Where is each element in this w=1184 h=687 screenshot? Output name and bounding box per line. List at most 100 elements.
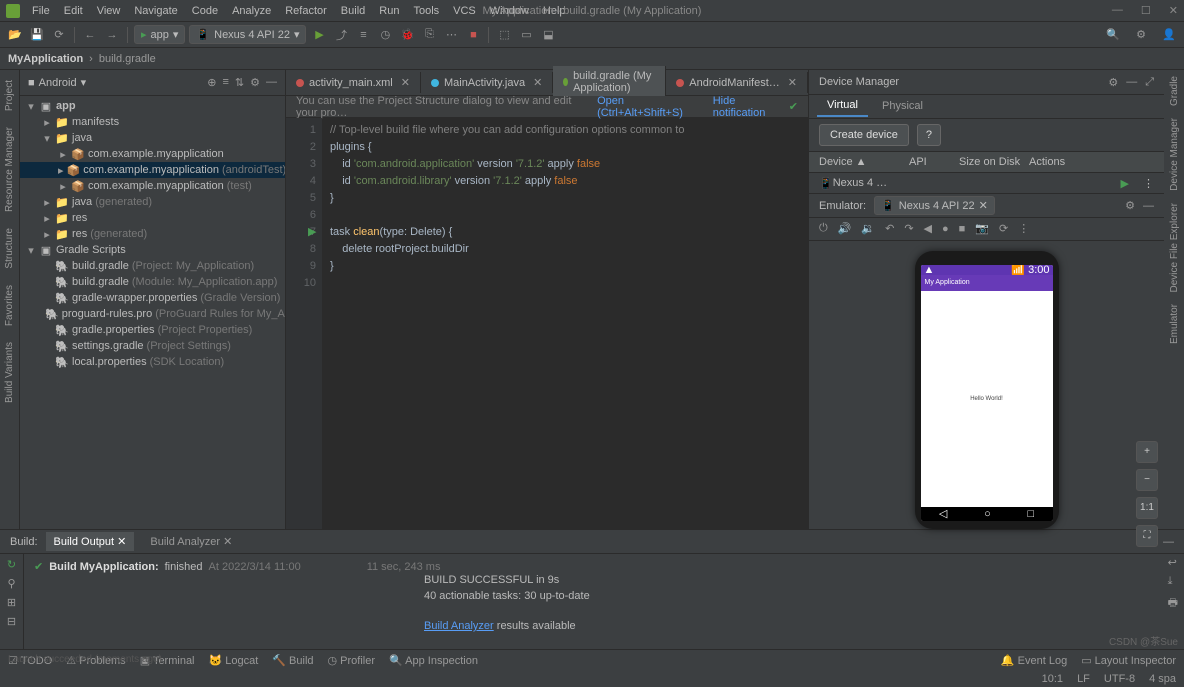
- menu-tools[interactable]: Tools: [407, 3, 445, 19]
- filter-icon[interactable]: ≡: [222, 76, 228, 89]
- tree-item[interactable]: 🐘proguard-rules.pro (ProGuard Rules for …: [20, 306, 285, 322]
- indent[interactable]: 4 spa: [1149, 673, 1176, 685]
- tab-build-output[interactable]: Build Output ✕: [46, 532, 135, 551]
- rotright-icon[interactable]: ↷: [904, 222, 913, 235]
- tree-item[interactable]: ▸📦com.example.myapplication (androidTest…: [20, 162, 285, 178]
- encoding[interactable]: UTF-8: [1104, 673, 1135, 685]
- project-view-combo[interactable]: ■ Android ▾: [28, 76, 86, 89]
- scroll-end-icon[interactable]: ⤓: [1168, 575, 1178, 588]
- menu-build[interactable]: Build: [335, 3, 371, 19]
- open-structure-link[interactable]: Open (Ctrl+Alt+Shift+S): [597, 95, 701, 119]
- emulator-select[interactable]: 📱 Nexus 4 API 22 ✕: [874, 196, 995, 215]
- tree-item[interactable]: 🐘local.properties (SDK Location): [20, 354, 285, 370]
- menu-code[interactable]: Code: [186, 3, 224, 19]
- tool-logcat[interactable]: 🐱 Logcat: [209, 654, 259, 667]
- help-button[interactable]: ?: [917, 124, 941, 146]
- forward-icon[interactable]: →: [103, 26, 121, 44]
- zoom-fit-icon[interactable]: 1:1: [1136, 497, 1158, 519]
- tree-item[interactable]: ▸📁java (generated): [20, 194, 285, 210]
- settings-icon[interactable]: ⚙: [1132, 26, 1150, 44]
- zoom-fill-icon[interactable]: ⛶: [1136, 525, 1158, 547]
- tool-app-inspection[interactable]: 🔍 App Inspection: [389, 654, 478, 667]
- volup-icon[interactable]: 🔊: [838, 222, 852, 235]
- rail-structure[interactable]: Structure: [2, 222, 17, 275]
- tree-item[interactable]: ▸📁manifests: [20, 114, 285, 130]
- save-icon[interactable]: 💾: [28, 26, 46, 44]
- device-combo[interactable]: 📱Nexus 4 API 22▾: [189, 25, 306, 44]
- zoom-out-icon[interactable]: −: [1136, 469, 1158, 491]
- breadcrumb-project[interactable]: MyApplication: [8, 53, 83, 65]
- panel-dock-icon[interactable]: ⤢: [1145, 76, 1154, 89]
- tree-item[interactable]: ▾▣app: [20, 98, 285, 114]
- debug-step-icon[interactable]: ⤴: [332, 26, 350, 44]
- minimize-icon[interactable]: —: [1112, 4, 1123, 17]
- menu-vcs[interactable]: VCS: [447, 3, 482, 19]
- overview-btn-icon[interactable]: ■: [959, 223, 966, 235]
- collapse-panel-icon[interactable]: —: [266, 76, 277, 89]
- rail-build-variants[interactable]: Build Variants: [2, 336, 17, 409]
- tree-item[interactable]: ▸📦com.example.myapplication: [20, 146, 285, 162]
- tree-item[interactable]: 🐘gradle-wrapper.properties (Gradle Versi…: [20, 290, 285, 306]
- sort-icon[interactable]: ⇅: [235, 76, 244, 89]
- maximize-icon[interactable]: ☐: [1141, 4, 1151, 17]
- project-tree[interactable]: ▾▣app▸📁manifests▾📁java▸📦com.example.myap…: [20, 96, 285, 529]
- create-device-button[interactable]: Create device: [819, 124, 909, 146]
- git-icon[interactable]: ⬚: [495, 26, 513, 44]
- coverage-icon[interactable]: ≡: [354, 26, 372, 44]
- hide-notification-link[interactable]: Hide notification: [713, 95, 783, 119]
- line-sep[interactable]: LF: [1077, 673, 1090, 685]
- device-row[interactable]: 📱 Nexus 4 … ▶ ⋮: [809, 173, 1164, 194]
- open-icon[interactable]: 📂: [6, 26, 24, 44]
- zoom-in-icon[interactable]: +: [1136, 441, 1158, 463]
- user-icon[interactable]: 👤: [1160, 26, 1178, 44]
- code-editor[interactable]: 12345678910 // Top-level build file wher…: [286, 118, 808, 529]
- search-icon[interactable]: 🔍: [1104, 26, 1122, 44]
- run-icon[interactable]: ▶: [310, 26, 328, 44]
- event-log-button[interactable]: 🔔 Event Log: [1001, 654, 1067, 667]
- tree-item[interactable]: 🐘settings.gradle (Project Settings): [20, 338, 285, 354]
- home-btn-icon[interactable]: ●: [942, 223, 949, 235]
- sync-icon[interactable]: ⟳: [50, 26, 68, 44]
- rail-project[interactable]: Project: [2, 74, 17, 117]
- record-icon[interactable]: ⟳: [999, 222, 1008, 235]
- sdk-icon[interactable]: ⬓: [539, 26, 557, 44]
- voldown-icon[interactable]: 🔉: [861, 222, 875, 235]
- avd-icon[interactable]: ▭: [517, 26, 535, 44]
- menu-view[interactable]: View: [91, 3, 127, 19]
- target-icon[interactable]: ⊕: [207, 76, 216, 89]
- tool-profiler[interactable]: ◷ Profiler: [328, 654, 376, 667]
- print-icon[interactable]: 🖶: [1168, 594, 1178, 613]
- layout-inspector-button[interactable]: ▭ Layout Inspector: [1081, 654, 1176, 667]
- tree-item[interactable]: ▸📁res: [20, 210, 285, 226]
- build-analyzer-link[interactable]: Build Analyzer: [424, 620, 494, 632]
- emulator-phone[interactable]: ▲📶 3:00 My Application Hello World! ◁○□: [915, 251, 1059, 529]
- tree-item[interactable]: ▸📦com.example.myapplication (test): [20, 178, 285, 194]
- menu-analyze[interactable]: Analyze: [226, 3, 277, 19]
- tree-item[interactable]: ▾▣Gradle Scripts: [20, 242, 285, 258]
- collapse-icon[interactable]: ⊟: [7, 615, 16, 628]
- tree-item[interactable]: 🐘build.gradle (Project: My_Application): [20, 258, 285, 274]
- emu-gear-icon[interactable]: ⚙: [1125, 199, 1135, 212]
- tree-item[interactable]: 🐘gradle.properties (Project Properties): [20, 322, 285, 338]
- stop-icon[interactable]: ■: [464, 26, 482, 44]
- editor-tab[interactable]: MainActivity.java✕: [421, 72, 553, 93]
- editor-tab[interactable]: AndroidManifest…✕: [666, 72, 808, 93]
- panel-gear-icon[interactable]: ⚙: [1108, 76, 1118, 89]
- rail-device-file-explorer[interactable]: Device File Explorer: [1167, 197, 1182, 298]
- profile-icon[interactable]: ◷: [376, 26, 394, 44]
- back-btn-icon[interactable]: ◀: [924, 222, 932, 235]
- menu-navigate[interactable]: Navigate: [128, 3, 183, 19]
- rail-resource-manager[interactable]: Resource Manager: [2, 121, 17, 218]
- rail-device-manager[interactable]: Device Manager: [1167, 112, 1182, 197]
- menu-refactor[interactable]: Refactor: [279, 3, 333, 19]
- soft-wrap-icon[interactable]: ↩: [1168, 556, 1178, 569]
- debug-icon[interactable]: 🐞: [398, 26, 416, 44]
- tab-virtual[interactable]: Virtual: [817, 95, 868, 117]
- gear-icon[interactable]: ⚙: [250, 76, 260, 89]
- tab-physical[interactable]: Physical: [872, 96, 933, 116]
- tree-item[interactable]: ▸📁res (generated): [20, 226, 285, 242]
- menu-run[interactable]: Run: [373, 3, 405, 19]
- menu-edit[interactable]: Edit: [58, 3, 89, 19]
- power-icon[interactable]: ⏻: [819, 222, 828, 235]
- rail-favorites[interactable]: Favorites: [2, 279, 17, 332]
